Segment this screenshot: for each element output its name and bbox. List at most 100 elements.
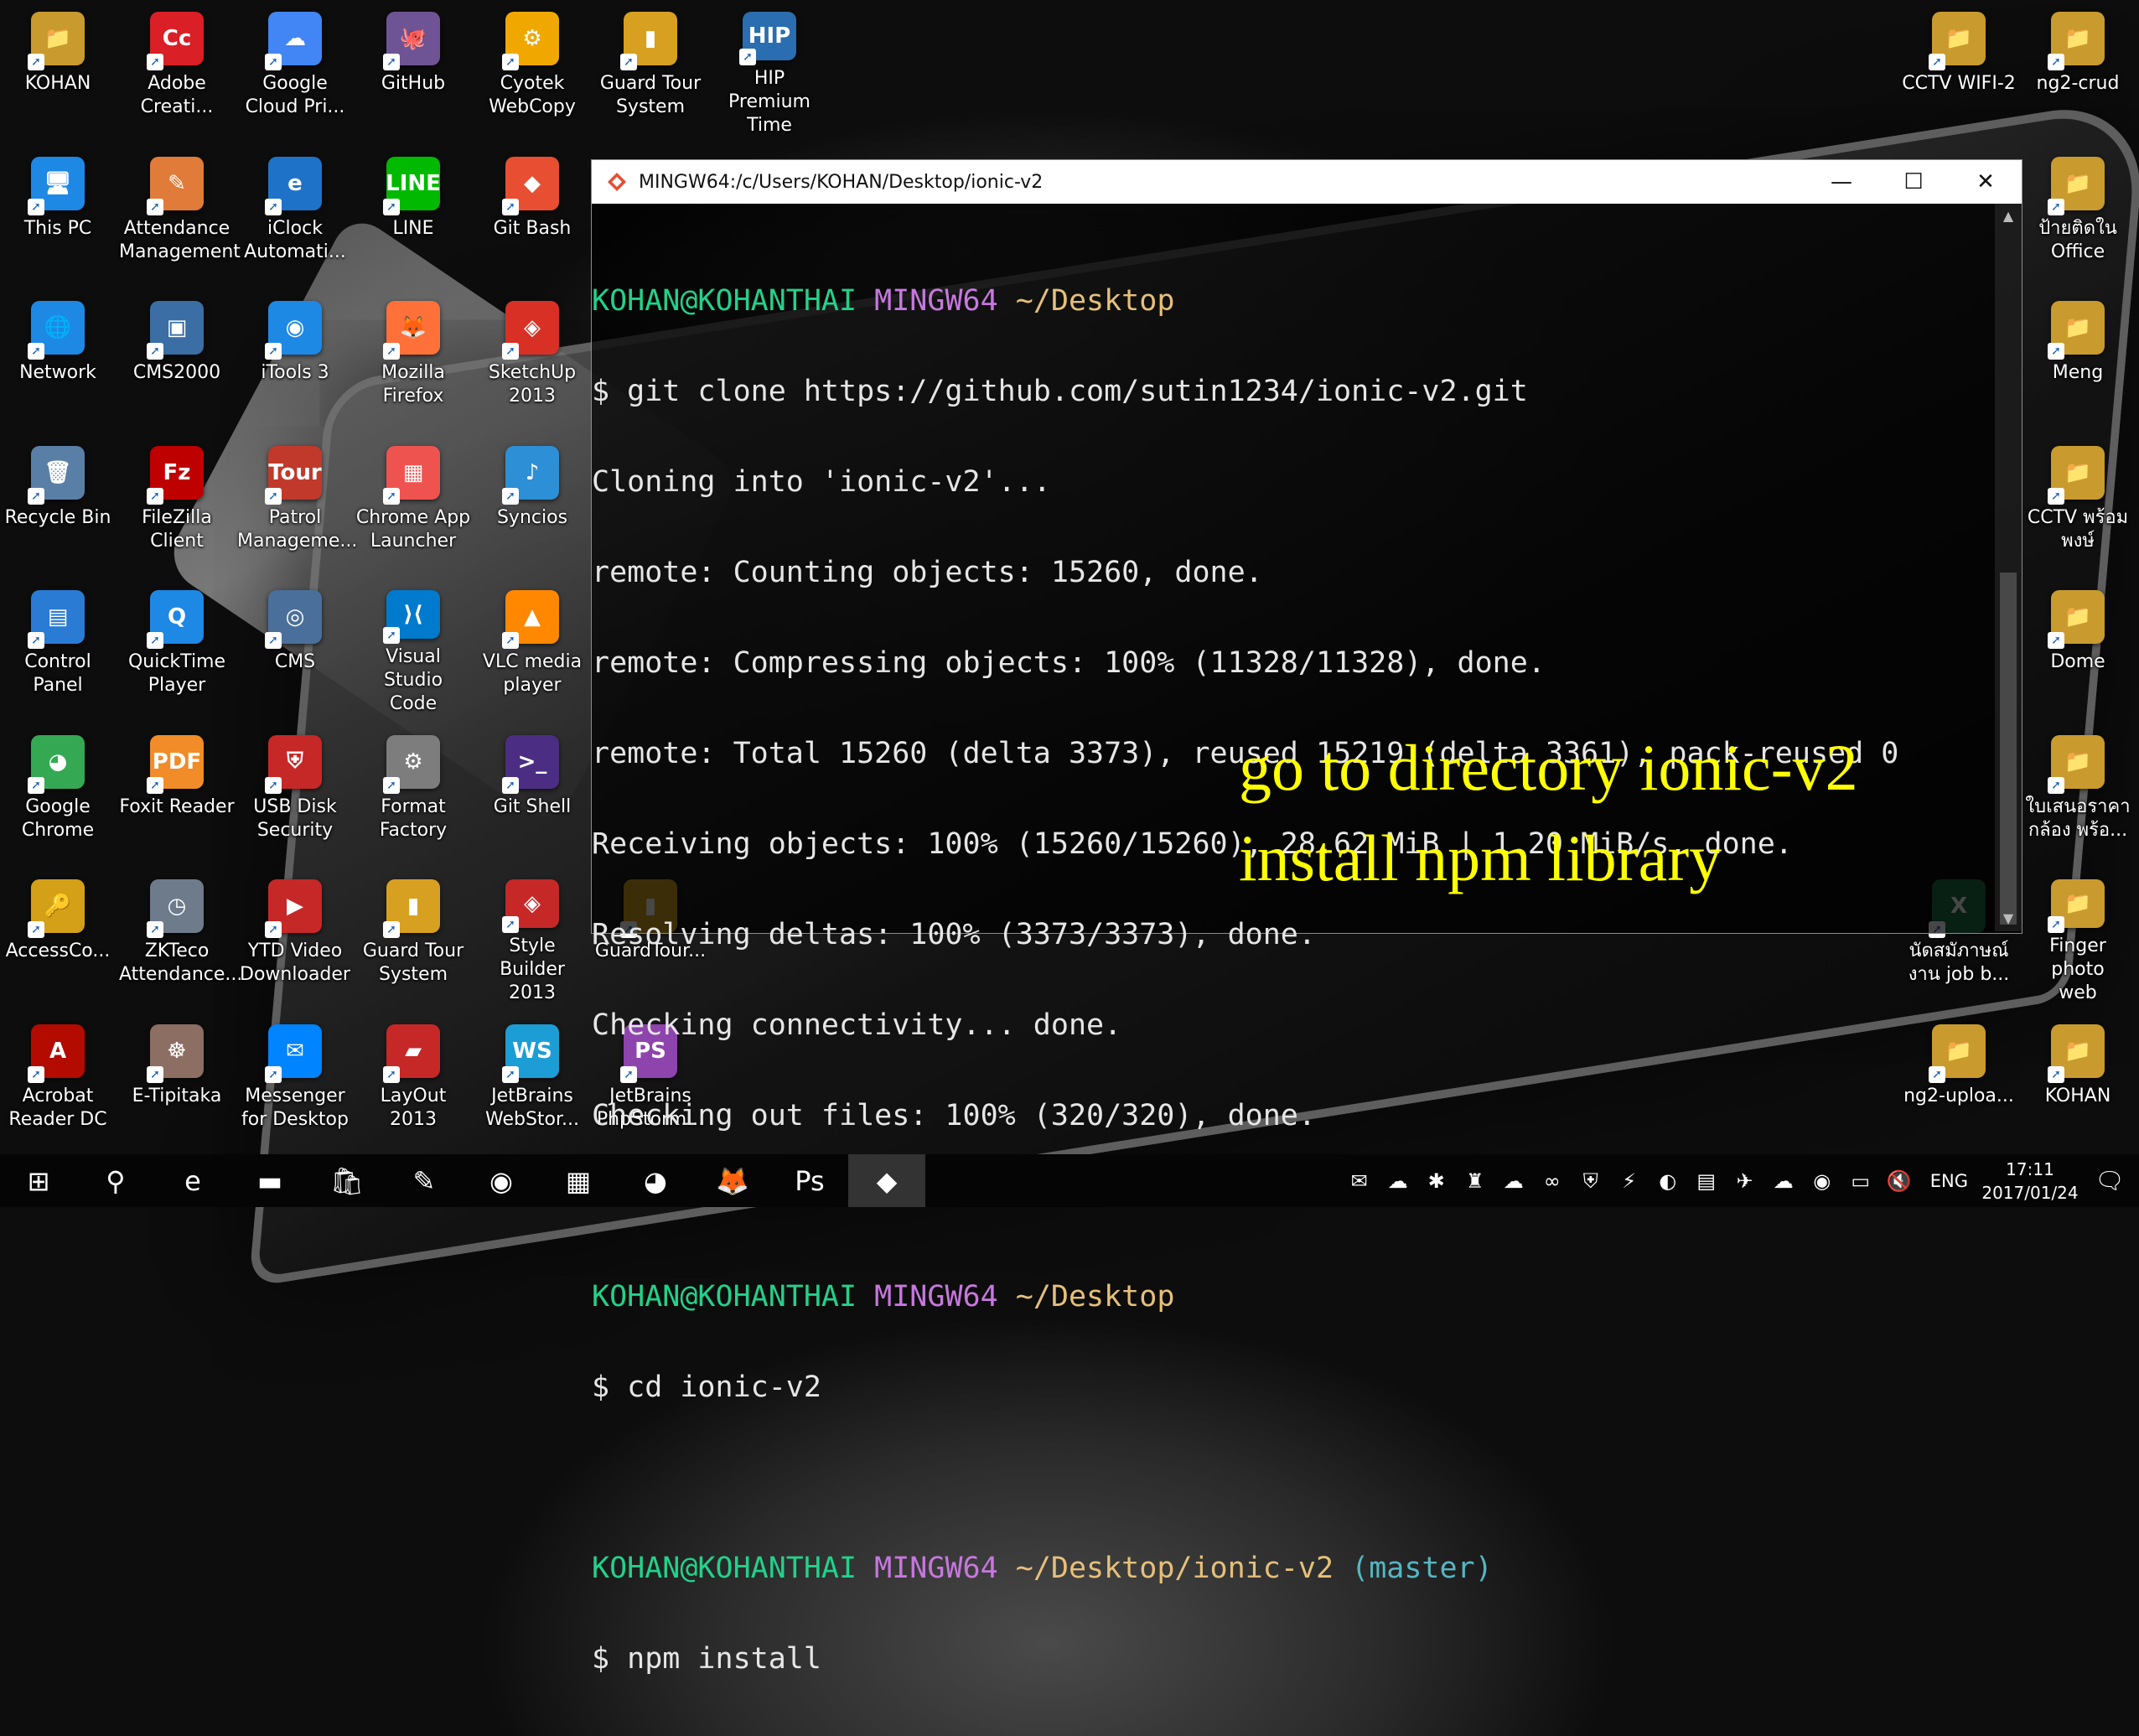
tray-icon[interactable]: ♜ — [1456, 1169, 1494, 1193]
desktop-icon[interactable]: ♪Syncios — [474, 434, 590, 572]
desktop-icon[interactable]: 📁 ng2-crud — [2020, 0, 2136, 137]
desktop-icon[interactable]: eiClock Automati... — [237, 145, 353, 282]
desktop-icon[interactable]: ▶YTD Video Downloader — [237, 868, 353, 1005]
minimize-button[interactable]: — — [1805, 160, 1877, 204]
search-button[interactable]: ⚲ — [77, 1154, 154, 1207]
firefox-button[interactable]: 🦊 — [694, 1154, 771, 1207]
desktop-icon[interactable]: 🗑Recycle Bin — [0, 434, 116, 572]
desktop-icon[interactable]: ◈Style Builder 2013 — [474, 868, 590, 1005]
desktop-icon[interactable]: 📁Dome — [2020, 578, 2136, 716]
desktop-icon[interactable]: 📁CCTV พร้อม พงษ์ — [2020, 434, 2136, 572]
desktop-icon[interactable]: ◎CMS — [237, 578, 353, 716]
desktop-icon-label: Chrome App Launcher — [355, 506, 471, 552]
start-button[interactable]: ⊞ — [0, 1154, 77, 1207]
photoshop-button[interactable]: Ps — [771, 1154, 848, 1207]
scroll-thumb[interactable] — [2000, 573, 2017, 925]
desktop-icon[interactable]: 📁Finger photo web — [2020, 868, 2136, 1005]
desktop-icon[interactable]: ▲VLC media player — [474, 578, 590, 716]
itools-button[interactable]: ◉ — [463, 1154, 540, 1207]
desktop-icon[interactable]: ⟩⟨Visual Studio Code — [355, 578, 471, 716]
desktop-icon[interactable]: 📁KOHAN — [2020, 1013, 2136, 1150]
app-icon: ⚙ — [383, 734, 440, 794]
desktop-icon[interactable]: 🖥This PC — [0, 145, 116, 282]
store-button[interactable]: 🛍 — [308, 1154, 386, 1207]
tray-icon[interactable]: ▤ — [1687, 1169, 1726, 1193]
desktop-icon[interactable]: 📁KOHAN — [0, 0, 116, 137]
desktop-icon[interactable]: 📁ป้ายติดใน Office — [2020, 145, 2136, 282]
notification-center-icon[interactable]: 🗨 — [2080, 1167, 2139, 1194]
window-title: MINGW64:/c/Users/KOHAN/Desktop/ionic-v2 — [639, 171, 1044, 193]
tray-icon[interactable]: 🔇 — [1880, 1169, 1919, 1193]
desktop-icon[interactable]: 🦊Mozilla Firefox — [355, 289, 471, 427]
tray-icon[interactable]: ☁ — [1764, 1169, 1803, 1193]
desktop-icon[interactable]: 🔑 AccessCo... — [0, 868, 116, 1005]
git-bash-button[interactable]: ◆ — [848, 1154, 925, 1207]
desktop-icon[interactable]: 📁 CCTV WIFI-2 — [1901, 0, 2017, 137]
app-icon: A — [28, 1023, 85, 1083]
desktop-icon[interactable]: ▤Control Panel — [0, 578, 116, 716]
terminal-output[interactable]: KOHAN@KOHANTHAI MINGW64 ~/Desktop $ git … — [592, 225, 1991, 1734]
desktop-icon[interactable]: >_Git Shell — [474, 723, 590, 861]
desktop-icon[interactable]: WSJetBrains WebStor... — [474, 1013, 590, 1150]
desktop-icon[interactable]: ☁Google Cloud Pri... — [237, 0, 353, 137]
tray-icon[interactable]: ✉ — [1340, 1169, 1379, 1193]
chrome-button[interactable]: ◕ — [617, 1154, 694, 1207]
clock[interactable]: 17:11 2017/01/24 — [1980, 1158, 2080, 1205]
desktop-icon[interactable]: TourPatrol Manageme... — [237, 434, 357, 572]
desktop-icon[interactable]: ☸E-Tipitaka — [119, 1013, 235, 1150]
title-bar[interactable]: MINGW64:/c/Users/KOHAN/Desktop/ionic-v2 … — [592, 160, 2022, 204]
apps-button[interactable]: ▦ — [540, 1154, 617, 1207]
desktop-icon[interactable]: ▦Chrome App Launcher — [355, 434, 471, 572]
scroll-down-icon[interactable]: ▼ — [1995, 906, 2022, 931]
desktop-icon-label: iTools 3 — [261, 362, 329, 383]
desktop-icon[interactable]: 🐙 GitHub — [355, 0, 471, 137]
desktop-icon[interactable]: 📁ใบเสนอราคา กล้อง พร้อ... — [2020, 723, 2136, 861]
desktop-icon[interactable]: PDFFoxit Reader — [119, 723, 235, 861]
desktop-icon[interactable]: ◉iTools 3 — [237, 289, 353, 427]
desktop-icon[interactable]: ✎Attendance Management — [119, 145, 241, 282]
app-button-1[interactable]: ✎ — [386, 1154, 463, 1207]
app-icon: e — [265, 156, 322, 215]
scrollbar[interactable]: ▲ ▼ — [1995, 204, 2022, 931]
tray-icon[interactable]: ▭ — [1841, 1169, 1880, 1193]
app-icon: ▤ — [28, 590, 85, 649]
tray-icon[interactable]: ✈ — [1726, 1169, 1764, 1193]
maximize-button[interactable]: ☐ — [1877, 160, 1950, 204]
tray-icon[interactable]: ◉ — [1803, 1169, 1841, 1193]
desktop-icon[interactable]: FzFileZilla Client — [119, 434, 235, 572]
close-button[interactable]: ✕ — [1950, 160, 2022, 204]
desktop-icon[interactable]: CcAdobe Creati... — [119, 0, 235, 137]
desktop-icon-label: LINE — [392, 217, 434, 239]
desktop-icon[interactable]: ⚙Cyotek WebCopy — [474, 0, 590, 137]
tray-icon[interactable]: ✱ — [1417, 1169, 1456, 1193]
edge-button[interactable]: e — [154, 1154, 231, 1207]
desktop-icon[interactable]: ◕Google Chrome — [0, 723, 116, 861]
desktop-icon[interactable]: AAcrobat Reader DC — [0, 1013, 116, 1150]
desktop-icon[interactable]: ✉Messenger for Desktop — [237, 1013, 353, 1150]
desktop-icon[interactable]: ⛨USB Disk Security — [237, 723, 353, 861]
tray-icon[interactable]: ⚡ — [1610, 1169, 1649, 1193]
desktop-icon[interactable]: 📁Meng — [2020, 289, 2136, 427]
language-indicator[interactable]: ENG — [1930, 1171, 1968, 1191]
desktop-icon[interactable]: ▮Guard Tour System — [593, 0, 708, 137]
desktop-icon[interactable]: ◷ZKTeco Attendance... — [119, 868, 242, 1005]
scroll-up-icon[interactable]: ▲ — [1995, 204, 2022, 229]
tray-icon[interactable]: ☁ — [1494, 1169, 1533, 1193]
desktop-icon[interactable]: LINELINE — [355, 145, 471, 282]
desktop-icon[interactable]: ◆Git Bash — [474, 145, 590, 282]
tray-icon[interactable]: ⛨ — [1572, 1169, 1610, 1193]
tray-icon[interactable]: ∞ — [1533, 1169, 1572, 1193]
command-line: $ cd ionic-v2 — [592, 1371, 821, 1404]
desktop-icon-label: Format Factory — [379, 795, 448, 841]
file-explorer-button[interactable]: ▬ — [231, 1154, 308, 1207]
tray-icon[interactable]: ◐ — [1649, 1169, 1687, 1193]
desktop-icon[interactable]: ▮Guard Tour System — [355, 868, 471, 1005]
tray-icon[interactable]: ☁ — [1379, 1169, 1417, 1193]
desktop-icon[interactable]: ◈SketchUp 2013 — [474, 289, 590, 427]
desktop-icon[interactable]: ▣CMS2000 — [119, 289, 235, 427]
desktop-icon[interactable]: QQuickTime Player — [119, 578, 235, 716]
desktop-icon[interactable]: HIPHIP Premium Time — [712, 0, 827, 137]
desktop-icon[interactable]: ▰LayOut 2013 — [355, 1013, 471, 1150]
desktop-icon[interactable]: 🌐Network — [0, 289, 116, 427]
desktop-icon[interactable]: ⚙Format Factory — [355, 723, 471, 861]
